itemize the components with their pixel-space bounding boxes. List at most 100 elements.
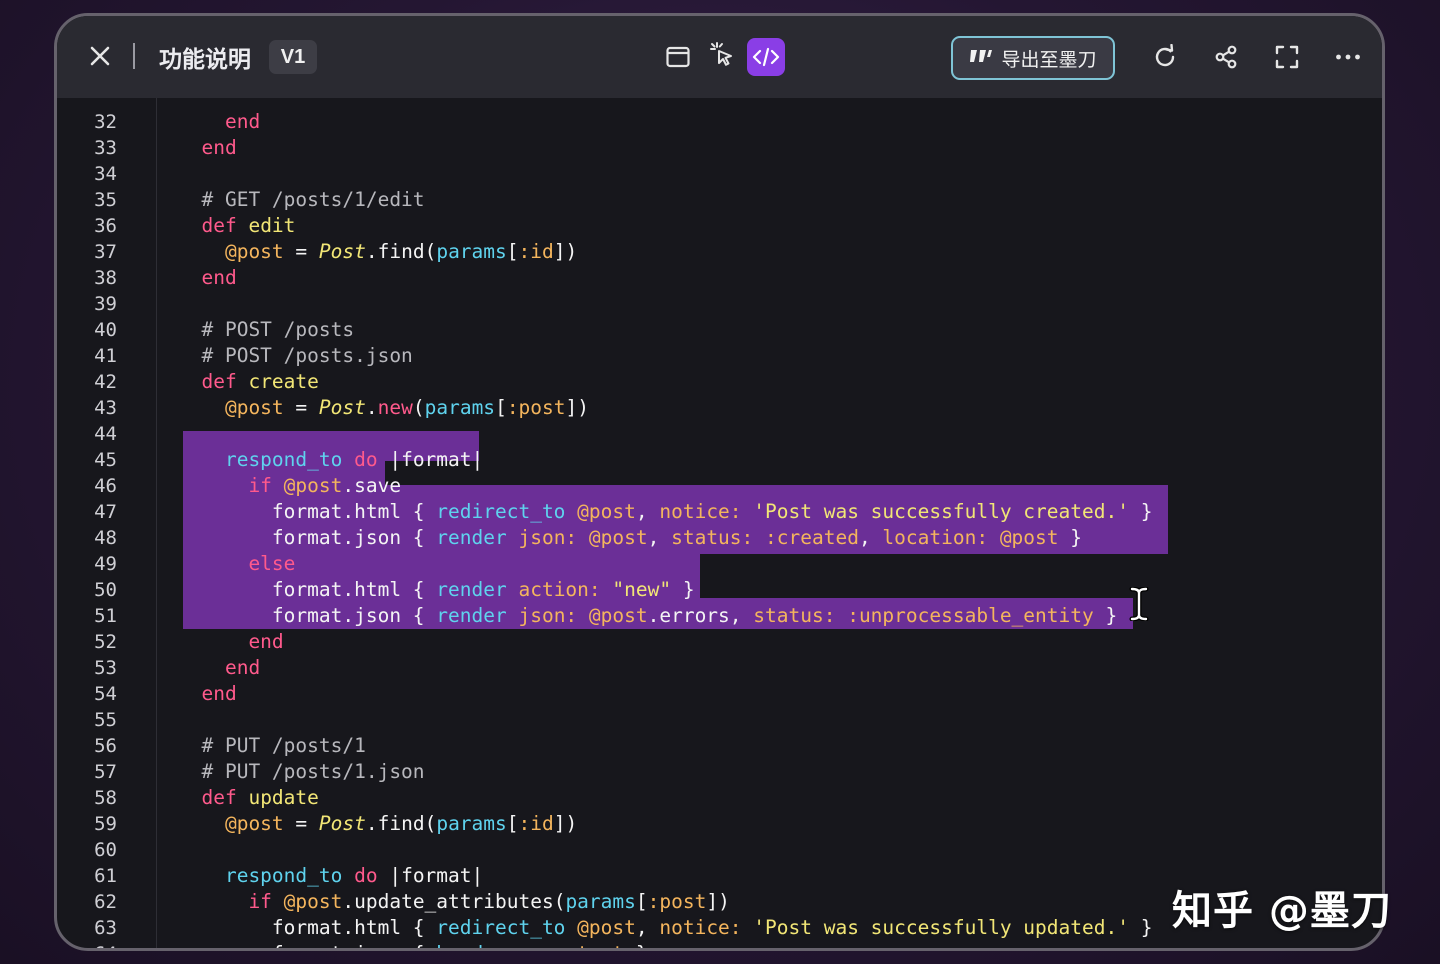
code-token: format.html { — [178, 500, 437, 523]
code-line[interactable]: else — [178, 551, 295, 577]
code-line[interactable]: format.html { redirect_to @post, notice:… — [178, 499, 1153, 525]
code-line[interactable]: format.json { render json: @post.errors,… — [178, 603, 1117, 629]
code-editor[interactable]: 32 33 34 35 36 37 38 39 40 41 42 43 44 45 46 47 48 49 50 51… — [57, 98, 1382, 948]
code-line[interactable]: format.json { head :no_content } — [178, 941, 648, 948]
code-token: do — [354, 864, 378, 887]
code-token: status: :created — [671, 526, 859, 549]
code-token: params — [436, 812, 507, 835]
code-token: :no_content — [495, 942, 624, 948]
code-line[interactable]: respond_to do |format| — [178, 863, 483, 889]
quote-logo-icon — [969, 47, 993, 70]
close-icon[interactable] — [85, 41, 115, 71]
code-token: [ — [506, 812, 519, 835]
line-number: 39 — [94, 293, 117, 315]
line-number: 48 — [94, 527, 117, 549]
code-token: , — [858, 526, 883, 549]
code-line[interactable]: if @post.update_attributes(params[:post]… — [178, 889, 729, 915]
code-line[interactable]: # PUT /posts/1 — [178, 733, 365, 759]
code-line[interactable]: end — [178, 629, 283, 655]
code-line[interactable]: end — [178, 655, 260, 681]
code-line[interactable]: end — [178, 135, 237, 161]
code-line[interactable]: # POST /posts.json — [178, 343, 413, 369]
line-number: 62 — [94, 891, 117, 913]
line-number: 55 — [94, 709, 117, 731]
code-token: format.html { — [178, 578, 437, 601]
code-token: params — [424, 396, 496, 419]
code-token: end — [178, 656, 261, 679]
line-number: 50 — [94, 579, 117, 601]
code-token: # POST /posts.json — [178, 344, 413, 367]
code-line[interactable]: @post = Post.new(params[:post]) — [178, 395, 589, 421]
code-token: location: @post — [882, 526, 1059, 549]
code-token: def — [178, 370, 249, 393]
code-token: do — [354, 448, 378, 471]
code-line[interactable]: format.html { render action: "new" } — [178, 577, 695, 603]
code-token: # PUT /posts/1.json — [178, 760, 425, 783]
code-token: @post — [178, 240, 284, 263]
code-line[interactable]: # POST /posts — [178, 317, 354, 343]
line-number: 47 — [94, 501, 117, 523]
code-token: :post — [647, 890, 707, 913]
version-badge[interactable]: V1 — [269, 40, 317, 74]
code-line[interactable]: @post = Post.find(params[:id]) — [178, 239, 577, 265]
code-line[interactable]: end — [178, 109, 260, 135]
code-token: @post — [577, 916, 636, 939]
code-line[interactable]: # GET /posts/1/edit — [178, 187, 424, 213]
code-token: } — [1128, 916, 1153, 939]
code-token: } — [1058, 526, 1083, 549]
code-token: format.json { — [178, 942, 436, 948]
code-token: @post — [283, 474, 343, 497]
code-line[interactable]: @post = Post.find(params[:id]) — [178, 811, 577, 837]
code-line[interactable]: # PUT /posts/1.json — [178, 759, 425, 785]
code-token: notice: — [659, 916, 754, 939]
code-line[interactable]: def edit — [178, 213, 295, 239]
code-token: . — [365, 396, 378, 419]
line-number: 59 — [94, 813, 117, 835]
code-line[interactable]: def update — [178, 785, 318, 811]
code-token: } — [624, 942, 648, 948]
code-icon[interactable] — [747, 38, 785, 76]
code-token: = — [283, 812, 319, 835]
code-token: render — [436, 604, 519, 627]
app-window: 功能说明 V1 导出至墨刀 32 33 34 35 36 37 38 39 40… — [54, 13, 1385, 951]
window-icon[interactable] — [659, 38, 697, 76]
code-token: head — [436, 942, 495, 948]
code-token: end — [178, 136, 237, 159]
code-token: , — [635, 916, 660, 939]
line-number: 60 — [94, 839, 117, 861]
code-token: = — [283, 240, 319, 263]
fullscreen-icon[interactable] — [1268, 38, 1306, 76]
code-token: new — [377, 396, 413, 419]
code-line[interactable]: end — [178, 265, 236, 291]
code-token: render — [436, 526, 519, 549]
code-line[interactable]: end — [178, 681, 236, 707]
code-token: redirect_to — [436, 500, 578, 523]
code-line[interactable]: format.html { redirect_to @post, notice:… — [178, 915, 1153, 941]
code-token: ( — [412, 396, 425, 419]
code-token: 'Post was successfully updated.' — [753, 916, 1129, 939]
code-line[interactable]: format.json { render json: @post, status… — [178, 525, 1082, 551]
export-button[interactable]: 导出至墨刀 — [951, 36, 1115, 80]
code-token: @post — [577, 500, 636, 523]
code-token: "new" — [612, 578, 672, 601]
line-number: 37 — [94, 241, 117, 263]
code-token: status: :unprocessable_entity — [753, 604, 1094, 627]
line-number: 46 — [94, 475, 117, 497]
line-number: 49 — [94, 553, 117, 575]
refresh-icon[interactable] — [1146, 38, 1184, 76]
code-token: action: — [518, 578, 613, 601]
share-icon[interactable] — [1207, 38, 1245, 76]
line-number: 64 — [57, 941, 117, 948]
pointer-sparkle-icon[interactable] — [703, 36, 741, 74]
more-icon[interactable] — [1329, 38, 1367, 76]
code-token: format.html { — [178, 916, 437, 939]
code-token: params — [565, 890, 636, 913]
code-line[interactable]: respond_to do |format| — [178, 447, 483, 473]
code-line[interactable]: def create — [178, 369, 318, 395]
line-number: 36 — [94, 215, 117, 237]
code-token: .find( — [365, 812, 437, 835]
line-number: 41 — [94, 345, 117, 367]
text-cursor-icon — [1129, 586, 1149, 622]
code-line[interactable]: if @post.save — [178, 473, 401, 499]
code-token: end — [178, 110, 261, 133]
